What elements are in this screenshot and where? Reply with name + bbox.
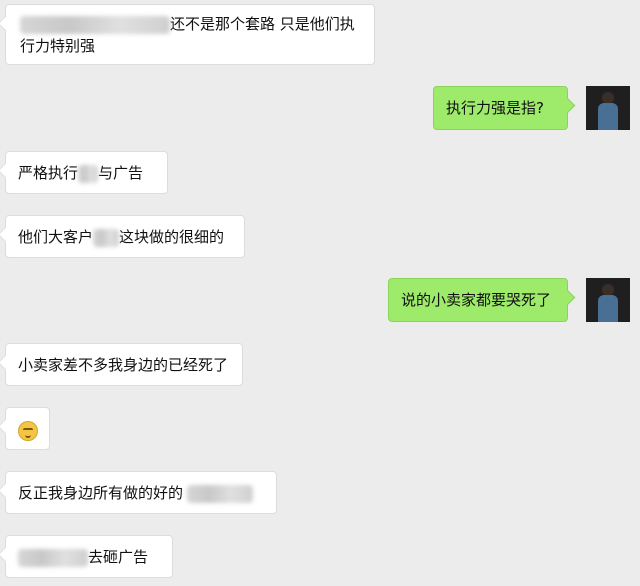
message-bubble-incoming[interactable]: 去砸广告 xyxy=(5,535,173,578)
message-bubble-incoming[interactable]: 反正我身边所有做的好的 xyxy=(5,471,277,514)
message-bubble-outgoing[interactable]: 说的小卖家都要哭死了 xyxy=(388,278,568,322)
avatar-body xyxy=(598,295,618,322)
message-text: 严格执行 xyxy=(18,164,79,182)
message-bubble-incoming[interactable]: 还不是那个套路 只是他们执 行力特别强 xyxy=(5,4,375,65)
redacted-text xyxy=(93,228,120,247)
message-text: 他们大客户 xyxy=(18,228,94,246)
message-text: 说的小卖家都要哭死了 xyxy=(401,291,552,309)
redacted-text xyxy=(20,15,170,34)
avatar[interactable] xyxy=(586,278,630,322)
message-text: 还不是那个套路 只是他们执 xyxy=(170,15,355,33)
message-text: 这块做的很细的 xyxy=(119,228,225,246)
redacted-text xyxy=(18,548,88,567)
redacted-text xyxy=(78,164,99,183)
message-bubble-incoming[interactable]: 他们大客户 这块做的很细的 xyxy=(5,215,245,258)
message-bubble-outgoing[interactable]: 执行力强是指? xyxy=(433,86,568,130)
message-bubble-incoming[interactable]: 小卖家差不多我身边的已经死了 xyxy=(5,343,243,386)
avatar[interactable] xyxy=(586,86,630,130)
message-bubble-incoming[interactable] xyxy=(5,407,50,450)
chat-window: 还不是那个套路 只是他们执 行力特别强 执行力强是指? 严格执行 与广告 他们大客… xyxy=(0,0,640,586)
message-text: 执行力强是指? xyxy=(446,99,544,117)
message-bubble-incoming[interactable]: 严格执行 与广告 xyxy=(5,151,168,194)
message-text: 去砸广告 xyxy=(88,548,149,566)
message-text: 反正我身边所有做的好的 xyxy=(18,484,184,502)
message-text: 小卖家差不多我身边的已经死了 xyxy=(18,356,229,374)
message-text: 与广告 xyxy=(98,164,144,182)
face-emoji-icon xyxy=(18,420,38,441)
avatar-body xyxy=(598,103,618,130)
redacted-text xyxy=(187,484,254,503)
message-text: 行力特别强 xyxy=(20,37,96,55)
